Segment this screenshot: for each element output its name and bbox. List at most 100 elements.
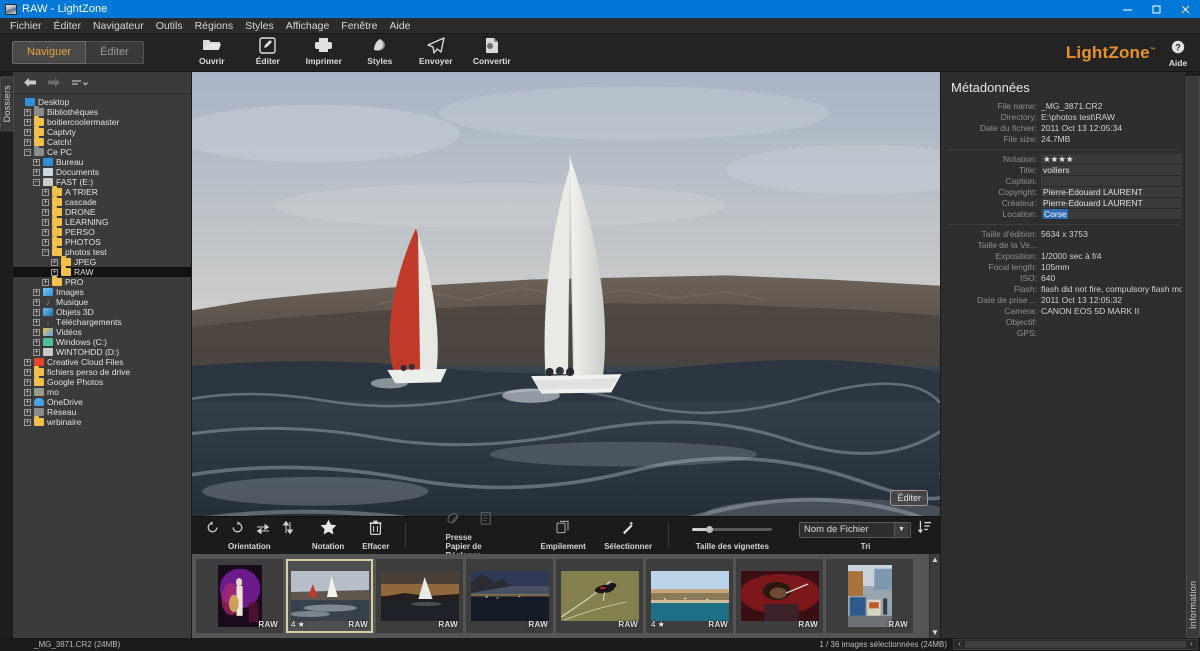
folder-tree-item[interactable]: + Objets 3D xyxy=(13,307,191,317)
minimize-button[interactable] xyxy=(1113,0,1142,18)
folder-tree-item[interactable]: + Creative Cloud Files xyxy=(13,357,191,367)
folder-tree-item[interactable]: + Catch! xyxy=(13,136,191,147)
folder-tree-item[interactable]: + PRO xyxy=(13,276,191,287)
collapse-icon[interactable]: − xyxy=(33,178,40,186)
thumbnail-item[interactable]: RAW xyxy=(196,559,283,633)
expand-icon[interactable]: + xyxy=(33,288,40,296)
folder-tree-item[interactable]: + wrbinaire xyxy=(13,416,191,427)
sort-select[interactable]: Nom de Fichier ▼ xyxy=(799,521,912,538)
copy-settings-icon[interactable] xyxy=(446,511,462,531)
folder-tree-item[interactable]: − Ce PC xyxy=(13,146,191,157)
folder-tree-item[interactable]: + mo xyxy=(13,387,191,397)
menu-fichier[interactable]: Fichier xyxy=(4,18,48,34)
forward-arrow-icon[interactable] xyxy=(47,77,61,88)
folder-tree-item[interactable]: + Vidéos xyxy=(13,327,191,337)
menu-affichage[interactable]: Affichage xyxy=(280,18,336,34)
folder-tree-item[interactable]: + RAW xyxy=(13,266,191,277)
expand-icon[interactable]: + xyxy=(33,158,40,166)
convert-button[interactable]: Convertir xyxy=(464,36,520,66)
mode-browse-button[interactable]: Naviguer xyxy=(12,41,87,64)
expand-icon[interactable]: + xyxy=(42,188,49,196)
folder-tree-item[interactable]: + Réseau xyxy=(13,407,191,417)
metadata-row[interactable]: Notation: ★★★★ xyxy=(945,154,1182,165)
metadata-input[interactable]: voiliers xyxy=(1041,165,1182,176)
folder-tree-item[interactable]: Desktop xyxy=(13,97,191,107)
metadata-row[interactable]: Caption: xyxy=(945,176,1182,187)
folder-tree-item[interactable]: + Windows (C:) xyxy=(13,337,191,347)
folder-tree-item[interactable]: + ♪ Musique xyxy=(13,297,191,307)
folder-tree-item[interactable]: + ↓ Téléchargements xyxy=(13,317,191,327)
folder-tree-item[interactable]: − photos test xyxy=(13,246,191,257)
metadata-row[interactable]: Copyright: Pierre-Edouard LAURENT xyxy=(945,187,1182,198)
metadata-input[interactable]: ★★★★ xyxy=(1041,154,1182,165)
sort-direction-icon[interactable] xyxy=(917,520,932,540)
scroll-down-icon[interactable]: ▼ xyxy=(931,627,939,638)
expand-icon[interactable]: + xyxy=(24,108,31,116)
send-button[interactable]: Envoyer xyxy=(408,36,464,66)
folder-tree-item[interactable]: + Images xyxy=(13,287,191,297)
expand-icon[interactable]: + xyxy=(33,298,40,306)
thumbnail-item[interactable]: RAW xyxy=(376,559,463,633)
folder-tree-item[interactable]: + Documents xyxy=(13,167,191,177)
menu-editer[interactable]: Éditer xyxy=(48,18,87,34)
folder-tree-item[interactable]: + cascade xyxy=(13,196,191,207)
folder-tree-item[interactable]: + Bureau xyxy=(13,157,191,167)
open-button[interactable]: Ouvrir xyxy=(184,36,240,66)
maximize-button[interactable] xyxy=(1142,0,1171,18)
thumbnail-item[interactable]: RAW xyxy=(736,559,823,633)
thumbnail-strip[interactable]: RAW 4 ★ RAW RAW RAW RAW 4 ★ RAW RAW RAW ▲ ▼ xyxy=(192,554,940,638)
expand-icon[interactable]: + xyxy=(42,198,49,206)
stack-icon[interactable] xyxy=(556,520,570,539)
rotate-left-icon[interactable] xyxy=(206,520,219,539)
collapse-icon[interactable]: − xyxy=(24,148,31,156)
expand-icon[interactable]: + xyxy=(42,228,49,236)
expand-icon[interactable]: + xyxy=(42,218,49,226)
star-icon[interactable] xyxy=(320,519,337,540)
scrollbar-track[interactable] xyxy=(965,641,1186,648)
tab-information[interactable]: Information xyxy=(1186,76,1200,638)
expand-icon[interactable]: + xyxy=(33,328,40,336)
metadata-input[interactable]: Pierre-Edouard LAURENT xyxy=(1041,198,1182,209)
chevron-down-icon[interactable]: ▼ xyxy=(894,522,909,537)
expand-icon[interactable]: + xyxy=(24,388,31,396)
edit-button[interactable]: Éditer xyxy=(240,36,296,66)
expand-icon[interactable]: + xyxy=(33,308,40,316)
thumbnail-item[interactable]: RAW xyxy=(826,559,913,633)
menu-fenetre[interactable]: Fenêtre xyxy=(335,18,383,34)
metadata-row[interactable]: Créateur: Pierre-Edouard LAURENT xyxy=(945,198,1182,209)
sort-menu-icon[interactable] xyxy=(71,78,89,88)
folder-tree-item[interactable]: + Google Photos xyxy=(13,376,191,387)
metadata-input[interactable]: Corse xyxy=(1041,209,1182,220)
folder-tree-item[interactable]: + LEARNING xyxy=(13,216,191,227)
styles-button[interactable]: Styles xyxy=(352,36,408,66)
rotate-right-icon[interactable] xyxy=(231,520,244,539)
menu-outils[interactable]: Outils xyxy=(150,18,189,34)
expand-icon[interactable]: + xyxy=(33,348,40,356)
menu-regions[interactable]: Régions xyxy=(189,18,240,34)
magic-wand-icon[interactable] xyxy=(620,519,636,540)
print-button[interactable]: Imprimer xyxy=(296,36,352,66)
thumbstrip-scrollbar[interactable]: ▲ ▼ xyxy=(929,554,940,638)
expand-icon[interactable]: + xyxy=(33,318,40,326)
folder-tree-item[interactable]: + OneDrive xyxy=(13,397,191,407)
expand-icon[interactable]: + xyxy=(24,118,31,126)
paste-settings-icon[interactable] xyxy=(480,511,494,531)
scroll-right-icon[interactable]: › xyxy=(1186,641,1197,648)
folder-tree-item[interactable]: + Bibliothèques xyxy=(13,106,191,117)
thumbnail-item[interactable]: 4 ★ RAW xyxy=(286,559,373,633)
viewer-edit-overlay-button[interactable]: Éditer xyxy=(890,490,928,506)
folder-tree-item[interactable]: + JPEG xyxy=(13,256,191,267)
scroll-up-icon[interactable]: ▲ xyxy=(931,554,939,565)
folder-tree[interactable]: Desktop + Bibliothèques + boitiercoolermaste… xyxy=(13,94,191,638)
expand-icon[interactable]: + xyxy=(24,378,31,386)
expand-icon[interactable]: + xyxy=(24,408,31,416)
expand-icon[interactable]: + xyxy=(42,238,49,246)
expand-icon[interactable]: + xyxy=(42,208,49,216)
expand-icon[interactable]: + xyxy=(33,168,40,176)
metadata-editable-fields[interactable]: Notation: ★★★★ Title: voiliers Caption: Copyr… xyxy=(941,154,1186,220)
folder-tree-item[interactable]: + A TRIER xyxy=(13,186,191,197)
metadata-input[interactable] xyxy=(1041,176,1182,187)
folder-tree-item[interactable]: + PERSO xyxy=(13,226,191,237)
help-button[interactable]: ? Aide xyxy=(1160,37,1196,68)
folder-tree-item[interactable]: + Captvty xyxy=(13,126,191,137)
